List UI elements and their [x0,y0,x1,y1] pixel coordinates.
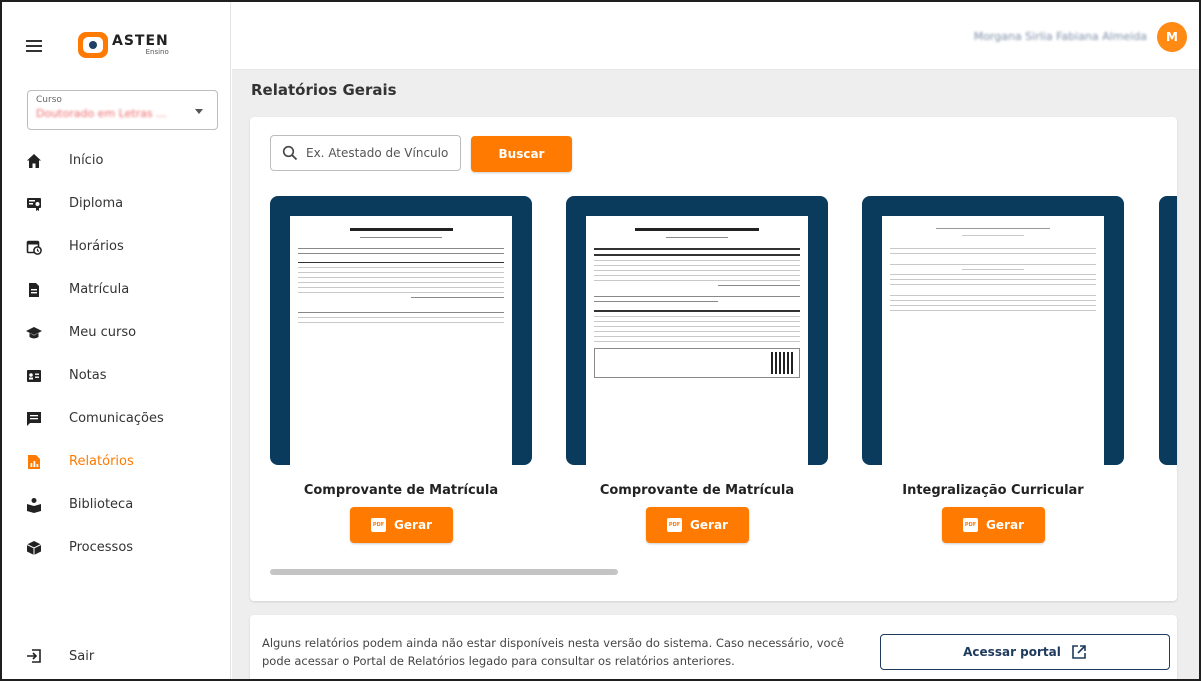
search-button[interactable]: Buscar [471,136,572,172]
sidebar-item-label: Matrícula [69,282,130,297]
reports-card: Buscar Comprovante de Matr [250,117,1177,601]
page-title: Relatórios Gerais [251,81,397,99]
reports-carousel[interactable]: Comprovante de Matrícula PDF Gerar Compr… [270,196,1177,543]
avatar[interactable]: M [1157,22,1187,52]
sidebar-item-meu-curso[interactable]: Meu curso [2,311,231,354]
sidebar-item-label: Processos [69,540,134,555]
sidebar-item-biblioteca[interactable]: Biblioteca [2,483,231,526]
report-title: Integralização Curricular [902,483,1084,498]
logo: ASTEN Ensino [78,32,169,58]
document-thumbnail [882,216,1104,465]
sidebar-nav: Início Diploma Horários Matrícula Meu cu… [2,139,231,569]
sidebar-item-processos[interactable]: Processos [2,526,231,569]
report-preview[interactable] [862,196,1124,465]
sidebar-item-label: Início [69,153,104,168]
sidebar-item-horarios[interactable]: Horários [2,225,231,268]
report-title: Comprovante de Matrícula [599,483,795,498]
search-icon [282,145,298,161]
report-preview[interactable] [566,196,828,465]
sidebar-item-inicio[interactable]: Início [2,139,231,182]
logo-subtitle: Ensino [145,48,169,56]
next-report-preview[interactable] [1159,196,1177,465]
course-label: Curso [36,95,62,105]
search-box[interactable] [270,135,461,171]
logout-label: Sair [69,648,95,664]
course-value: Doutorado em Letras ... [36,107,167,120]
document-thumbnail [290,216,512,465]
document-icon [25,281,43,299]
library-icon [25,496,43,514]
legacy-portal-card: Alguns relatórios podem ainda não estar … [250,615,1177,679]
home-icon [25,152,43,170]
logo-name: ASTEN [112,33,169,49]
user-name[interactable]: Morgana Sirlia Fabiana Almeida [974,30,1147,43]
generate-label: Gerar [986,518,1024,532]
report-preview[interactable] [270,196,532,465]
sidebar-item-matricula[interactable]: Matrícula [2,268,231,311]
access-portal-button[interactable]: Acessar portal [880,634,1170,670]
logout-button[interactable]: Sair [2,636,231,676]
pdf-icon: PDF [963,518,979,532]
graduation-cap-icon [25,324,43,342]
generate-label: Gerar [690,518,728,532]
reports-icon [25,453,43,471]
external-link-icon [1072,645,1086,659]
logo-mark-icon [78,32,108,58]
pdf-icon: PDF [667,518,683,532]
schedule-icon [25,238,43,256]
sidebar-item-diploma[interactable]: Diploma [2,182,231,225]
messages-icon [25,410,43,428]
generate-button[interactable]: PDF Gerar [350,507,453,543]
generate-label: Gerar [394,518,432,532]
diploma-icon [25,195,43,213]
sidebar-item-label: Notas [69,368,107,383]
course-select[interactable]: Curso Doutorado em Letras ... [27,90,218,130]
sidebar-item-label: Relatórios [69,454,134,469]
search-input[interactable] [306,146,456,160]
logout-icon [25,647,43,665]
access-portal-label: Acessar portal [963,645,1061,659]
sidebar-item-relatorios[interactable]: Relatórios [2,440,231,483]
report-title: Comprovante de Matrícula [303,483,499,498]
sidebar-item-label: Meu curso [69,325,137,340]
carousel-scrollbar[interactable] [270,569,618,575]
generate-button[interactable]: PDF Gerar [646,507,749,543]
menu-icon[interactable] [26,40,42,52]
main-content: Relatórios Gerais Buscar [232,70,1199,679]
generate-button[interactable]: PDF Gerar [942,507,1045,543]
sidebar-item-comunicacoes[interactable]: Comunicações [2,397,231,440]
sidebar-item-label: Horários [69,239,124,254]
legacy-notice: Alguns relatórios podem ainda não estar … [262,636,844,668]
sidebar: ASTEN Ensino Curso Doutorado em Letras .… [2,2,231,679]
chevron-down-icon [195,109,203,114]
process-icon [25,539,43,557]
sidebar-item-label: Biblioteca [69,497,134,512]
document-thumbnail [586,216,808,465]
top-bar: Morgana Sirlia Fabiana Almeida M [232,2,1199,70]
sidebar-item-label: Comunicações [69,411,164,426]
sidebar-item-notas[interactable]: Notas [2,354,231,397]
pdf-icon: PDF [371,518,387,532]
sidebar-item-label: Diploma [69,196,124,211]
app-frame: ASTEN Ensino Curso Doutorado em Letras .… [0,0,1201,681]
grades-icon [25,367,43,385]
